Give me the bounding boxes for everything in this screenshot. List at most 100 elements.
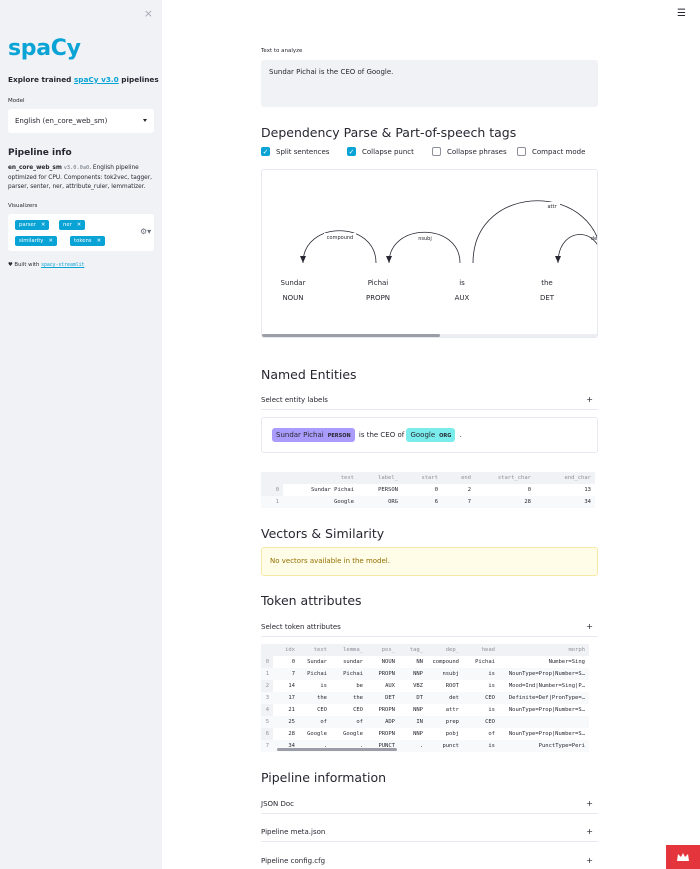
- collapse-phrases-checkbox[interactable]: Collapse phrases: [432, 147, 507, 156]
- visualizer-tag-ner[interactable]: ner ✕: [59, 220, 86, 230]
- table-row[interactable]: 3 17 the the DET DT det CEO Definite=Def|PronTyp…: [261, 692, 589, 704]
- dep-token-tag: DET: [540, 294, 555, 302]
- table-cell: attr: [445, 707, 459, 713]
- dep-arc-attr: [472, 200, 597, 264]
- column-header[interactable]: [261, 644, 273, 656]
- compact-mode-checkbox[interactable]: Compact mode: [517, 147, 585, 156]
- column-header[interactable]: start: [402, 472, 442, 484]
- entity-table[interactable]: text label_ start end start_char end_char 0 Sun…: [261, 472, 598, 510]
- dep-token-tag: PROPN: [366, 294, 390, 302]
- model-select[interactable]: English (en_core_web_sm): [8, 109, 154, 133]
- hamburger-menu-icon[interactable]: ☰: [677, 8, 686, 19]
- column-header[interactable]: text: [283, 472, 358, 484]
- table-cell: 14: [288, 683, 295, 689]
- table-row[interactable]: 6 28 Google Google PROPN NNP pobj of NounType=Pr…: [261, 728, 589, 740]
- table-cell: 13: [584, 487, 591, 493]
- plus-icon: +: [586, 395, 593, 404]
- split-sentences-checkbox[interactable]: ✓ Split sentences: [261, 147, 329, 156]
- column-header[interactable]: text: [299, 644, 331, 656]
- check-icon: ✓: [261, 147, 270, 156]
- plus-icon: +: [586, 827, 593, 836]
- dependency-visualization: Sundar NOUN Pichai PROPN is AUX the DET: [261, 169, 598, 338]
- built-with-note: ♥ Built with spacy-streamlit: [8, 262, 85, 268]
- column-header[interactable]: [261, 472, 283, 484]
- table-cell: 6: [402, 496, 442, 508]
- dependency-parse-title: Dependency Parse & Part-of-speech tags: [261, 125, 517, 140]
- table-cell: pobj: [445, 731, 459, 737]
- column-header[interactable]: head: [463, 644, 499, 656]
- table-row[interactable]: 1 7 Pichai Pichai PROPN NNP nsubj is NounType=Pr…: [261, 668, 589, 680]
- column-header[interactable]: label_: [358, 472, 402, 484]
- collapse-punct-checkbox[interactable]: ✓ Collapse punct: [347, 147, 414, 156]
- table-cell: 28: [475, 496, 535, 508]
- table-cell: is: [488, 683, 495, 689]
- scrollbar-thumb[interactable]: [262, 334, 440, 337]
- table-cell: Pichai: [331, 668, 367, 680]
- table-cell: CEO: [353, 707, 363, 713]
- table-cell: Google: [307, 731, 327, 737]
- row-index: 7: [261, 740, 273, 752]
- table-row[interactable]: 0 0 Sundar sundar NOUN NN compound Pichai Number…: [261, 656, 589, 668]
- scrollbar-thumb[interactable]: [277, 748, 397, 751]
- column-header[interactable]: lemma_: [331, 644, 367, 656]
- text-to-analyze-input[interactable]: Sundar Pichai is the CEO of Google.: [261, 60, 598, 107]
- table-cell: the: [331, 692, 367, 704]
- table-cell: CEO: [463, 716, 499, 728]
- table-cell: PunctType=Peri: [499, 740, 589, 752]
- table-cell: NounType=Prop|Number=S…: [499, 668, 589, 680]
- json-doc-expander[interactable]: JSON Doc +: [261, 794, 598, 814]
- table-cell: CEO: [317, 707, 327, 713]
- dep-arrow: [555, 256, 561, 263]
- table-cell: nsubj: [427, 668, 463, 680]
- column-header[interactable]: end: [442, 472, 475, 484]
- dep-arrow: [386, 256, 392, 263]
- dep-token-text: the: [541, 279, 553, 287]
- remove-icon[interactable]: ✕: [77, 222, 81, 228]
- remove-icon[interactable]: ✕: [48, 238, 52, 244]
- streamlit-crown-badge[interactable]: [666, 845, 700, 869]
- table-cell: is: [463, 740, 499, 752]
- visualizer-tag-similarity[interactable]: similarity ✕: [15, 236, 57, 246]
- table-cell: NNP: [413, 731, 423, 737]
- table-row[interactable]: 2 14 is be AUX VBZ ROOT is Mood=Ind|Number=Sing|…: [261, 680, 589, 692]
- column-header[interactable]: end_char: [535, 472, 595, 484]
- visualizer-tag-parser[interactable]: parser ✕: [15, 220, 50, 230]
- column-header[interactable]: idx: [273, 644, 299, 656]
- table-cell: CEO: [463, 692, 499, 704]
- table-cell: is: [488, 707, 495, 713]
- spacy-streamlit-link[interactable]: spacy-streamlit: [41, 263, 84, 268]
- visualizer-tag-tokens[interactable]: tokens ✕: [70, 236, 106, 246]
- table-cell: prep: [427, 716, 463, 728]
- visualizers-multiselect[interactable]: parser ✕ ner ✕ similarity ✕ tokens ✕ ⚙▾: [8, 214, 154, 251]
- remove-icon[interactable]: ✕: [41, 222, 45, 228]
- close-sidebar-icon[interactable]: ×: [144, 7, 153, 20]
- table-row[interactable]: 5 25 of of ADP IN prep CEO: [261, 716, 589, 728]
- config-cfg-expander[interactable]: Pipeline config.cfg +: [261, 851, 598, 869]
- crown-icon: [677, 852, 689, 861]
- table-cell: ADP: [367, 716, 399, 728]
- token-attributes-expander[interactable]: Select token attributes +: [261, 617, 598, 637]
- table-row[interactable]: 4 21 CEO CEO PROPN NNP attr is NounType=Prop|Num…: [261, 704, 589, 716]
- spacy-version-link[interactable]: spaCy v3.0: [74, 75, 119, 84]
- row-index: 1: [261, 496, 283, 508]
- remove-icon[interactable]: ✕: [97, 238, 101, 244]
- meta-json-expander[interactable]: Pipeline meta.json +: [261, 822, 598, 842]
- row-index: 0: [261, 484, 283, 496]
- column-header[interactable]: dep_: [427, 644, 463, 656]
- table-row[interactable]: 1 Google ORG 6 7 28 34: [261, 496, 595, 508]
- table-cell: 17: [273, 692, 299, 704]
- table-cell: PERSON: [378, 487, 398, 493]
- named-entities-title: Named Entities: [261, 367, 357, 382]
- column-header[interactable]: morph: [499, 644, 589, 656]
- table-header-row: text label_ start end start_char end_char: [261, 472, 595, 484]
- column-header[interactable]: pos_: [367, 644, 399, 656]
- column-header[interactable]: start_char: [475, 472, 535, 484]
- token-table[interactable]: idx text lemma_ pos_ tag_ dep_ head morph 0 0 Sund…: [261, 644, 598, 752]
- column-header[interactable]: tag_: [399, 644, 427, 656]
- entity-labels-expander[interactable]: Select entity labels +: [261, 390, 598, 410]
- table-row[interactable]: 0 Sundar Pichai PERSON 0 2 0 13: [261, 484, 595, 496]
- dep-token-text: Sundar: [281, 279, 306, 287]
- main-content: ☰ Text to analyze Sundar Pichai is the C…: [162, 0, 700, 869]
- gear-icon[interactable]: ⚙▾: [140, 227, 151, 236]
- pipeline-description: en_core_web_sm v3.0.0a0. English pipelin…: [8, 165, 152, 190]
